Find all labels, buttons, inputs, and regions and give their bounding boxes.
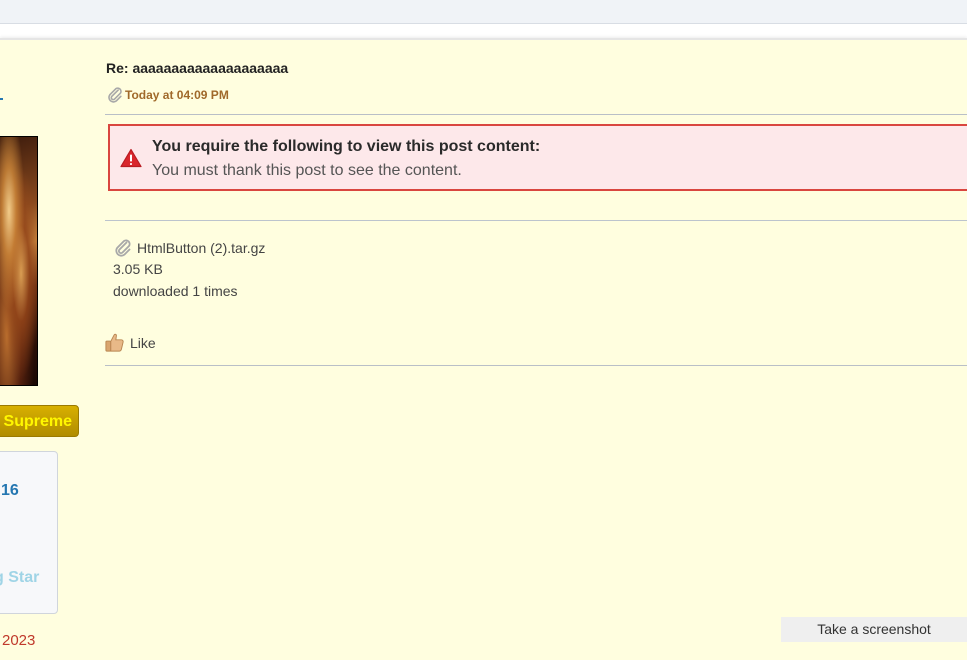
attachment-size: 3.05 KB xyxy=(113,261,163,277)
rank-label: Supreme xyxy=(3,413,72,430)
post-date-link[interactable]: Today at 04:09 PM xyxy=(125,88,229,102)
divider xyxy=(105,365,967,366)
attachment-filename[interactable]: HtmlButton (2).tar.gz xyxy=(137,240,265,256)
warning-icon xyxy=(120,148,142,168)
take-screenshot-button[interactable]: Take a screenshot xyxy=(781,617,967,642)
join-date: 2023 xyxy=(2,632,36,649)
like-label: Like xyxy=(130,334,156,351)
divider xyxy=(105,114,967,115)
post-count[interactable]: 16 xyxy=(1,482,19,500)
attachment-downloads: downloaded 1 times xyxy=(113,283,238,299)
paperclip-icon xyxy=(115,239,131,257)
user-stats-card: 16 g Star xyxy=(0,451,58,614)
post-title: Re: aaaaaaaaaaaaaaaaaaaa xyxy=(106,60,289,76)
divider xyxy=(105,220,967,221)
page-header-strip xyxy=(0,24,967,38)
browser-top-bar xyxy=(0,0,967,24)
paperclip-icon xyxy=(108,87,122,103)
thumbs-up-icon xyxy=(105,333,124,352)
notice-title: You require the following to view this p… xyxy=(152,138,541,155)
avatar[interactable] xyxy=(0,136,38,386)
post-meta: Today at 04:09 PM xyxy=(106,86,229,104)
username-link[interactable] xyxy=(0,98,3,100)
rank-badge: Supreme xyxy=(0,405,79,437)
notice-text: You must thank this post to see the cont… xyxy=(152,162,462,179)
attachment: HtmlButton (2).tar.gz 3.05 KB downloaded… xyxy=(113,238,265,302)
user-title: g Star xyxy=(0,569,40,586)
attachment-link[interactable]: HtmlButton (2).tar.gz xyxy=(113,238,265,258)
locked-content-notice: You require the following to view this p… xyxy=(108,124,967,191)
like-button[interactable]: Like xyxy=(104,332,156,353)
